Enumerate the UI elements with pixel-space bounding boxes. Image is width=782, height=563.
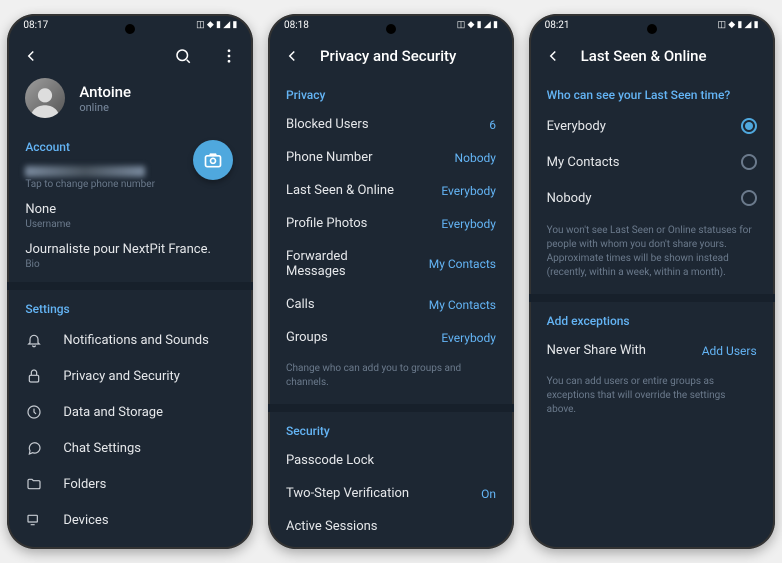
settings-notifications[interactable]: Notifications and Sounds <box>7 322 253 358</box>
clock: 08:21 <box>545 20 570 31</box>
data-icon <box>25 403 43 421</box>
row-last-seen[interactable]: Last Seen & OnlineEverybody <box>268 174 514 207</box>
back-icon[interactable] <box>543 46 563 66</box>
globe-icon <box>25 547 43 549</box>
folder-icon <box>25 475 43 493</box>
app-bar: Privacy and Security <box>268 36 514 76</box>
back-icon[interactable] <box>21 46 41 66</box>
option-nobody[interactable]: Nobody <box>529 180 775 216</box>
page-title: Privacy and Security <box>320 47 500 65</box>
username-label: Username <box>25 219 235 230</box>
divider <box>268 404 514 412</box>
camera-notch <box>647 24 657 34</box>
back-icon[interactable] <box>282 46 302 66</box>
phone-profile: 08:17 ◫ ◆ ▮ ◢ ▮ Antoine online Account T… <box>7 14 253 549</box>
row-profile-photos[interactable]: Profile PhotosEverybody <box>268 207 514 240</box>
profile-status: online <box>79 101 131 114</box>
radio-icon <box>741 154 757 170</box>
radio-icon <box>741 118 757 134</box>
camera-notch <box>386 24 396 34</box>
profile-header[interactable]: Antoine online <box>7 76 253 128</box>
devices-icon <box>25 511 43 529</box>
avatar <box>25 78 65 118</box>
exceptions-header: Add exceptions <box>529 302 775 334</box>
exceptions-hint: You can add users or entire groups as ex… <box>529 367 775 425</box>
row-passcode[interactable]: Passcode Lock <box>268 444 514 477</box>
username-field[interactable]: None Username <box>7 196 253 236</box>
settings-language[interactable]: Language <box>7 538 253 549</box>
app-bar <box>7 36 253 76</box>
username-value: None <box>25 202 235 217</box>
profile-name: Antoine <box>79 83 131 101</box>
lock-icon <box>25 367 43 385</box>
clock: 08:17 <box>23 20 48 31</box>
radio-icon <box>741 190 757 206</box>
security-header: Security <box>268 412 514 444</box>
search-icon[interactable] <box>173 46 193 66</box>
more-icon[interactable] <box>219 46 239 66</box>
settings-privacy[interactable]: Privacy and Security <box>7 358 253 394</box>
phone-number-blurred <box>25 166 145 177</box>
option-everybody[interactable]: Everybody <box>529 108 775 144</box>
bio-field[interactable]: Journaliste pour NextPit France. Bio <box>7 236 253 276</box>
row-groups[interactable]: GroupsEverybody <box>268 321 514 354</box>
app-bar: Last Seen & Online <box>529 36 775 76</box>
status-icons: ◫ ◆ ▮ ◢ ▮ <box>717 20 758 30</box>
divider <box>7 282 253 290</box>
divider <box>529 294 775 302</box>
bio-value: Journaliste pour NextPit France. <box>25 242 235 257</box>
settings-devices[interactable]: Devices <box>7 502 253 538</box>
row-phone-number[interactable]: Phone NumberNobody <box>268 141 514 174</box>
bio-label: Bio <box>25 259 235 270</box>
page-title: Last Seen & Online <box>581 47 761 65</box>
row-never-share[interactable]: Never Share With Add Users <box>529 334 775 367</box>
row-two-step[interactable]: Two-Step VerificationOn <box>268 477 514 510</box>
settings-data[interactable]: Data and Storage <box>7 394 253 430</box>
status-icons: ◫ ◆ ▮ ◢ ▮ <box>457 20 498 30</box>
row-calls[interactable]: CallsMy Contacts <box>268 288 514 321</box>
settings-folders[interactable]: Folders <box>7 466 253 502</box>
clock: 08:18 <box>284 20 309 31</box>
question-header: Who can see your Last Seen time? <box>529 76 775 108</box>
phone-privacy: 08:18 ◫ ◆ ▮ ◢ ▮ Privacy and Security Pri… <box>268 14 514 549</box>
settings-header: Settings <box>7 290 253 322</box>
option-my-contacts[interactable]: My Contacts <box>529 144 775 180</box>
privacy-hint: Change who can add you to groups and cha… <box>268 354 514 398</box>
security-hint: Control your sessions on other devices. <box>268 543 514 549</box>
chat-icon <box>25 439 43 457</box>
lastseen-hint: You won't see Last Seen or Online status… <box>529 216 775 288</box>
phone-hint: Tap to change phone number <box>25 179 235 190</box>
row-forwarded[interactable]: Forwarded MessagesMy Contacts <box>268 240 514 288</box>
status-icons: ◫ ◆ ▮ ◢ ▮ <box>196 20 237 30</box>
row-active-sessions[interactable]: Active Sessions <box>268 510 514 543</box>
camera-notch <box>125 24 135 34</box>
privacy-header: Privacy <box>268 76 514 108</box>
bell-icon <box>25 331 43 349</box>
row-blocked-users[interactable]: Blocked Users6 <box>268 108 514 141</box>
settings-chat[interactable]: Chat Settings <box>7 430 253 466</box>
phone-lastseen: 08:21 ◫ ◆ ▮ ◢ ▮ Last Seen & Online Who c… <box>529 14 775 549</box>
